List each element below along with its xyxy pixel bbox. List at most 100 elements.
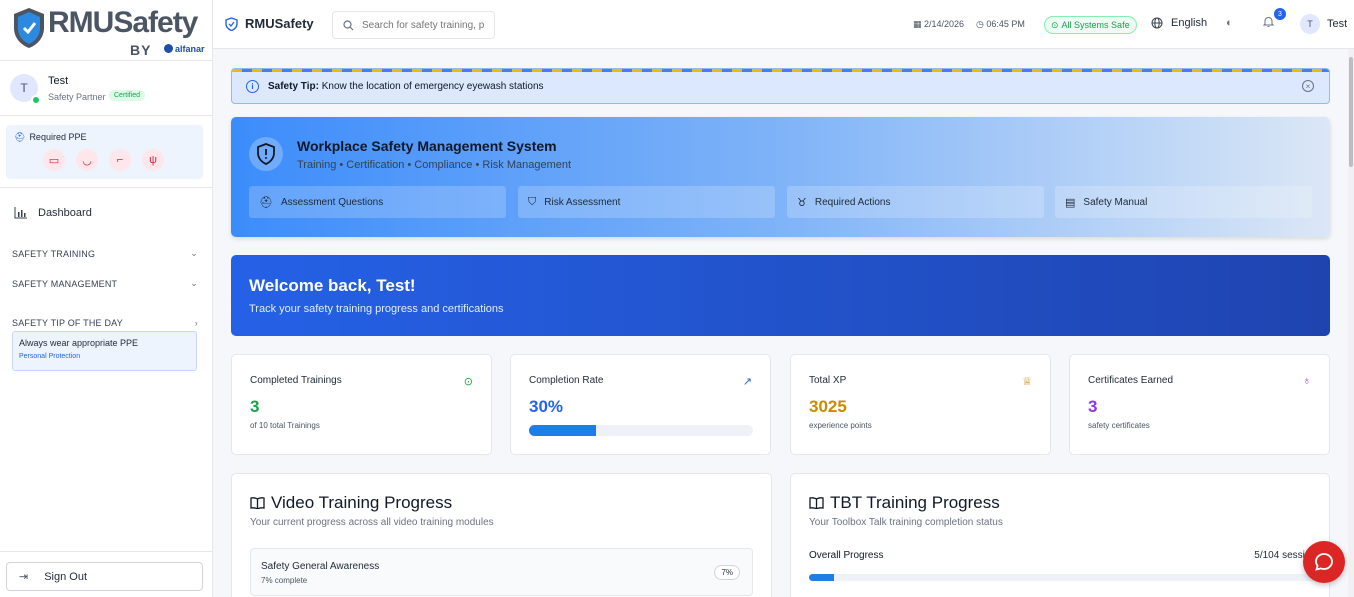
ppe-title: ⛑ Required PPE (14, 132, 86, 143)
panel-title: TBT Training Progress (809, 493, 1000, 513)
sign-out-label: Sign Out (44, 570, 88, 583)
close-icon[interactable]: × (1302, 80, 1314, 92)
list-item[interactable]: Safety General Awareness 7% complete 7% (250, 548, 753, 596)
partner-logo: alfanar (164, 44, 205, 54)
module-percent-badge: 7% (714, 565, 740, 580)
top-brand[interactable]: RMUSafety (225, 16, 314, 31)
divider (0, 187, 212, 188)
chevron-right-icon: › (194, 318, 198, 328)
welcome-title: Welcome back, Test! (249, 276, 416, 295)
chevron-down-icon: ⌄ (190, 248, 198, 258)
stat-value: 3 (1088, 397, 1098, 416)
risk-assessment-button[interactable]: ⛉ Risk Assessment (518, 186, 775, 218)
trophy-icon: ♕ (1022, 376, 1032, 388)
required-actions-button[interactable]: ♉ Required Actions (787, 186, 1044, 218)
hard-hat-icon: ⛑ (14, 132, 26, 142)
search-box[interactable] (332, 11, 495, 39)
safety-tip-message: Know the location of emergency eyewash s… (321, 81, 544, 92)
hazard-stripe (232, 69, 1329, 72)
calendar-icon: ▦ (913, 19, 925, 29)
partner-name: alfanar (175, 44, 205, 54)
divider (0, 551, 212, 552)
bell-glyph (1262, 16, 1275, 27)
sidebar-section-safety-management[interactable]: SAFETY MANAGEMENT ⌄ (12, 278, 198, 289)
stat-sub: of 10 total Trainings (250, 421, 320, 430)
scrollbar[interactable] (1348, 49, 1354, 597)
sidebar: RMUSafety BY alfanar T Test Safety Partn… (0, 0, 213, 597)
mask-icon[interactable]: ◡ (76, 149, 98, 171)
button-label: Risk Assessment (544, 196, 621, 208)
goggles-icon[interactable]: ▭ (43, 149, 65, 171)
ppe-title-label: Required PPE (29, 132, 87, 142)
tbt-training-progress-panel: TBT Training Progress Your Toolbox Talk … (790, 473, 1330, 597)
sign-out-button[interactable]: ⇥ Sign Out (6, 562, 203, 591)
safety-manual-button[interactable]: ▤ Safety Manual (1055, 186, 1312, 218)
completion-progress-bar (529, 425, 753, 436)
bell-icon[interactable] (1262, 16, 1275, 31)
section-label: SAFETY MANAGEMENT (12, 278, 118, 289)
avatar[interactable]: T (1300, 14, 1320, 34)
system-status-badge: ⊙ All Systems Safe (1044, 16, 1137, 34)
ppe-icons: ▭ ◡ ⌐ ψ (43, 149, 164, 171)
safety-tip-label: Safety Tip: (268, 81, 319, 92)
video-training-progress-panel: Video Training Progress Your current pro… (231, 473, 772, 597)
shield-alert-icon (249, 137, 283, 171)
sidebar-section-tip-of-the-day[interactable]: SAFETY TIP OF THE DAY › (12, 318, 198, 328)
safety-tip-text: Safety Tip: Know the location of emergen… (268, 81, 544, 92)
sidebar-item-dashboard[interactable]: Dashboard (14, 207, 92, 219)
shield-check-icon (225, 16, 238, 31)
overall-progress-label: Overall Progress (809, 550, 884, 561)
scrollbar-thumb[interactable] (1349, 57, 1353, 167)
message-circle-icon (1315, 553, 1333, 571)
book-open-icon (250, 497, 265, 509)
module-name: Safety General Awareness (261, 561, 380, 572)
language-selector[interactable]: English (1151, 17, 1207, 29)
module-progress-text: 7% complete (261, 576, 308, 585)
tip-of-the-day-card: Always wear appropriate PPE Personal Pro… (12, 331, 197, 371)
logo-by: BY (130, 42, 152, 58)
panel-subtitle: Your Toolbox Talk training completion st… (809, 517, 1003, 528)
sidebar-section-safety-training[interactable]: SAFETY TRAINING ⌄ (12, 248, 198, 259)
stat-card-total-xp: Total XP ♕ 3025 experience points (790, 354, 1051, 455)
date-display: ▦ 2/14/2026 (913, 19, 964, 30)
notification-count-badge: 3 (1274, 8, 1286, 20)
logo-text: RMUSafety (48, 6, 198, 39)
app-logo[interactable]: RMUSafety BY alfanar (0, 0, 212, 61)
book-open-icon (809, 497, 824, 509)
time-text: 06:45 PM (986, 19, 1025, 29)
language-label: English (1171, 17, 1208, 29)
search-input[interactable] (362, 19, 487, 31)
palette-icon[interactable]: ◐ (1226, 17, 1233, 29)
info-icon: i (246, 80, 259, 93)
alfanar-icon (164, 44, 173, 53)
assessment-questions-button[interactable]: ⛑ Assessment Questions (249, 186, 506, 218)
bar-chart-icon (14, 207, 27, 219)
status-text: All Systems Safe (1061, 20, 1130, 30)
hero-subtitle: Training • Certification • Compliance • … (297, 159, 572, 171)
safety-tip-banner: i Safety Tip: Know the location of emerg… (231, 68, 1330, 104)
required-ppe-panel: ⛑ Required PPE ▭ ◡ ⌐ ψ (6, 125, 203, 179)
panel-title-label: Video Training Progress (271, 493, 453, 512)
overall-progress-bar (809, 574, 1329, 581)
chevron-down-icon: ⌄ (190, 278, 198, 288)
progress-fill (809, 574, 834, 581)
stat-card-completed-trainings: Completed Trainings ⊙ 3 of 10 total Trai… (231, 354, 492, 455)
button-label: Safety Manual (1083, 196, 1148, 208)
user-card[interactable]: T Test Safety Partner Certified (0, 62, 212, 116)
user-menu[interactable]: Test (1327, 18, 1347, 30)
date-text: 2/14/2026 (924, 19, 965, 29)
stat-value: 3025 (809, 397, 847, 416)
boot-icon[interactable]: ⌐ (109, 149, 131, 171)
trending-up-icon: ↗ (742, 376, 752, 388)
stat-label: Certificates Earned (1088, 375, 1174, 386)
stat-card-completion-rate: Completion Rate ↗ 30% (510, 354, 771, 455)
chat-button[interactable] (1303, 541, 1345, 583)
check-circle-icon: ⊙ (463, 376, 473, 388)
panel-title-label: TBT Training Progress (830, 493, 1000, 512)
globe-icon (1151, 17, 1163, 29)
clipboard-icon: ▤ (1065, 196, 1076, 209)
logo-shield-icon (14, 8, 44, 48)
section-label: SAFETY TRAINING (12, 248, 96, 259)
gloves-icon[interactable]: ψ (142, 149, 164, 171)
welcome-subtitle: Track your safety training progress and … (249, 303, 504, 315)
